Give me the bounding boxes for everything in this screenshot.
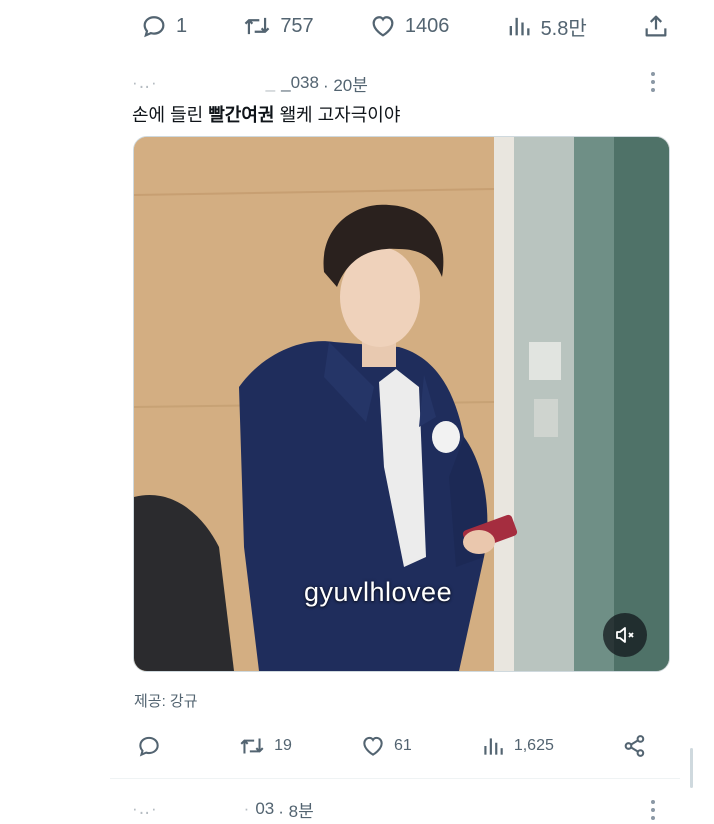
like-count: 61 [393,737,412,754]
view-count: 5.8만 [540,17,587,40]
tweet-header: ·‥· _ _038 · 20분 [132,70,368,96]
views-button[interactable]: 5.8만 [505,12,587,41]
tweet-text-bold: 빨간여권 [208,105,275,125]
blurred-author-name: ·‥· [132,73,158,92]
views-bar-chart-icon [484,738,503,755]
blurred-author-name: ·‥· [132,799,158,818]
previous-tweet-action-bar: 1 757 1406 5.8만 [140,6,670,46]
more-kebab-icon [651,800,655,804]
views-button[interactable]: 1,625 [480,733,554,759]
tweet-time[interactable]: · 8분 [278,797,313,822]
reply-count: 1 [176,14,188,37]
mute-button[interactable] [603,613,647,657]
like-button[interactable]: 1406 [369,12,450,40]
retweet-button[interactable]: 757 [242,12,314,40]
like-button[interactable]: 61 [360,733,412,759]
retweet-count: 757 [280,14,314,37]
share-button[interactable] [642,12,670,40]
author-handle-fragment: 03 [255,799,275,818]
author-handle-fragment: _038 [281,73,319,92]
share-upload-icon [645,15,667,37]
share-button[interactable] [622,733,648,759]
reply-icon [143,16,165,38]
blurred-author-handle: _ [265,73,276,92]
tweet-text: 손에 들린 빨간여권 왤케 고자극이야 [132,103,400,127]
more-options-button[interactable] [650,800,656,820]
reply-button[interactable] [136,733,170,759]
video-watermark: gyuvlhlovee [304,577,453,607]
tweet-video[interactable]: gyuvlhlovee [133,136,670,672]
tweet-time[interactable]: · 20분 [323,71,368,96]
view-count: 1,625 [513,737,554,754]
speaker-muted-icon [616,627,634,643]
next-tweet-header: ·‥· · 03 · 8분 [132,796,314,822]
retweet-icon [240,738,264,754]
tweet-divider [110,778,680,779]
retweet-count: 19 [274,737,292,754]
scrollbar-thumb[interactable] [690,748,693,788]
media-credit: 제공: 강규 [134,693,198,710]
more-kebab-icon [651,72,655,76]
reply-button[interactable]: 1 [140,12,187,40]
tweet-text-part: 왤케 고자극이야 [274,105,401,125]
more-options-button[interactable] [650,72,656,92]
share-nodes-icon [624,735,645,757]
like-count: 1406 [404,14,450,37]
heart-icon [372,16,394,37]
tweet-text-part: 손에 들린 [132,105,209,125]
retweet-button[interactable]: 19 [238,733,292,759]
heart-icon [363,736,383,756]
reply-icon [139,736,159,757]
blurred-author-handle: · [243,799,250,818]
views-bar-chart-icon [509,17,530,36]
retweet-icon [244,17,270,35]
tweet-action-bar: 19 61 1,625 [136,730,648,762]
